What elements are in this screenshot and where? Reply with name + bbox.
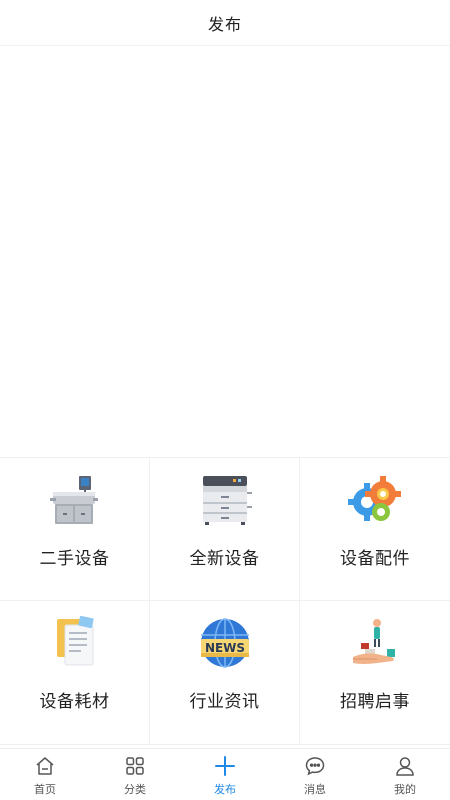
news-globe-icon: NEWS: [197, 615, 253, 671]
category-label: 全新设备: [189, 549, 260, 569]
category-label: 设备耗材: [39, 692, 110, 712]
hand-figure-icon: [347, 615, 403, 671]
publish-screen: 发布 二手设备 全新设备 设备配件 设备耗材 NEWS 行业资讯 招聘启事 首页…: [0, 0, 450, 800]
category-consumables[interactable]: 设备耗材: [0, 601, 150, 745]
svg-text:NEWS: NEWS: [204, 641, 244, 655]
gears-icon: [347, 472, 403, 528]
category-label: 二手设备: [39, 549, 110, 569]
tab-publish[interactable]: 发布: [180, 749, 270, 800]
plus-icon: [213, 754, 237, 778]
category-label: 招聘启事: [340, 692, 410, 712]
category-used-equipment[interactable]: 二手设备: [0, 458, 150, 601]
chat-icon: [303, 754, 327, 778]
category-industry-news[interactable]: NEWS 行业资讯: [150, 601, 300, 745]
grid-icon: [123, 754, 147, 778]
category-recruitment[interactable]: 招聘启事: [300, 601, 450, 745]
top-bar: 发布: [0, 0, 450, 46]
category-parts[interactable]: 设备配件: [300, 458, 450, 601]
category-label: 设备配件: [340, 549, 410, 569]
tab-label: 分类: [124, 783, 146, 796]
tab-label: 消息: [304, 783, 326, 796]
tab-home[interactable]: 首页: [0, 749, 90, 800]
tab-label: 我的: [394, 783, 416, 796]
category-new-equipment[interactable]: 全新设备: [150, 458, 300, 601]
tab-mine[interactable]: 我的: [360, 749, 450, 800]
user-icon: [393, 754, 417, 778]
content-area: [0, 46, 450, 458]
tab-label: 首页: [34, 783, 56, 796]
page-title: 发布: [207, 14, 242, 34]
tab-label: 发布: [214, 783, 236, 796]
home-icon: [33, 754, 57, 778]
new-equipment-icon: [197, 472, 253, 528]
category-label: 行业资讯: [189, 692, 260, 712]
tab-messages[interactable]: 消息: [270, 749, 360, 800]
bottom-tab-bar: 首页 分类 发布 消息 我的: [0, 748, 450, 800]
documents-icon: [47, 615, 103, 671]
tab-category[interactable]: 分类: [90, 749, 180, 800]
used-equipment-icon: [47, 472, 103, 528]
category-grid: 二手设备 全新设备 设备配件 设备耗材 NEWS 行业资讯 招聘启事: [0, 457, 450, 745]
